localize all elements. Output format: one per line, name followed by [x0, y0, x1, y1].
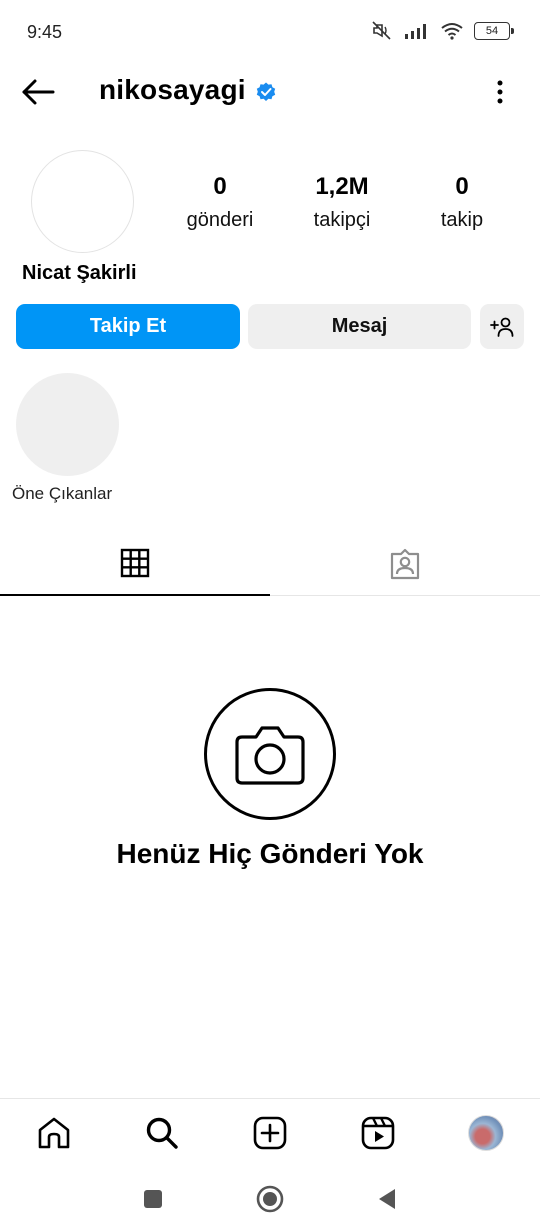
- back-system-button[interactable]: [370, 1182, 404, 1216]
- back-triangle-icon: [379, 1189, 395, 1209]
- nav-reels[interactable]: [356, 1111, 400, 1155]
- status-time: 9:45: [27, 22, 63, 42]
- status-bar: 9:45 54: [0, 0, 540, 62]
- follow-button[interactable]: Takip Et: [16, 304, 240, 349]
- suggest-users-button[interactable]: [480, 304, 524, 349]
- posts-count: 0 gönderi: [170, 172, 270, 234]
- profile-avatar: [468, 1115, 504, 1151]
- home-circle-icon: [256, 1185, 284, 1213]
- posts-count-label: gönderi: [186, 209, 254, 231]
- bottom-navigation: [0, 1098, 540, 1168]
- empty-state-title: Henüz Hiç Gönderi Yok: [116, 838, 424, 869]
- following-count-value: 0: [455, 173, 469, 200]
- nav-profile[interactable]: [464, 1111, 508, 1155]
- add-person-icon: [490, 317, 514, 337]
- followers-count-label: takipçi: [313, 209, 371, 231]
- home-system-button[interactable]: [253, 1182, 287, 1216]
- nav-create[interactable]: [248, 1111, 292, 1155]
- following-count[interactable]: 0 takip: [412, 172, 512, 234]
- tagged-person-icon: [390, 548, 420, 580]
- camera-icon: [235, 726, 305, 785]
- nav-home[interactable]: [32, 1111, 76, 1155]
- highlight-label: Öne Çıkanlar: [12, 484, 113, 503]
- highlight-item[interactable]: [16, 373, 119, 476]
- search-icon: [146, 1117, 178, 1149]
- followers-count[interactable]: 1,2M takipçi: [292, 172, 392, 234]
- following-count-label: takip: [440, 209, 484, 231]
- nav-search[interactable]: [140, 1111, 184, 1155]
- back-arrow-icon: [22, 79, 55, 105]
- signal-icon: [405, 24, 426, 39]
- system-navigation: [0, 1168, 540, 1230]
- grid-icon: [120, 548, 150, 578]
- followers-count-value: 1,2M: [315, 173, 369, 200]
- create-plus-icon: [253, 1116, 287, 1150]
- recents-square-icon: [144, 1190, 162, 1208]
- mute-icon: [372, 21, 391, 40]
- username: nikosayagi: [99, 74, 246, 105]
- empty-state-circle: [204, 688, 336, 820]
- profile-header: nikosayagi: [0, 62, 540, 122]
- status-icons: 54: [370, 20, 514, 42]
- home-icon: [38, 1117, 70, 1149]
- profile-picture[interactable]: [31, 150, 134, 253]
- reels-icon: [361, 1116, 395, 1150]
- message-button[interactable]: Mesaj: [248, 304, 471, 349]
- verified-badge-icon: [256, 82, 276, 101]
- profile-tabs: [0, 532, 540, 596]
- battery-indicator: 54: [474, 22, 514, 40]
- wifi-icon: [441, 23, 463, 40]
- more-options-button[interactable]: [490, 76, 510, 108]
- tab-posts-grid[interactable]: [0, 532, 270, 596]
- full-name: Nicat Şakirli: [22, 262, 137, 284]
- back-button[interactable]: [18, 74, 58, 110]
- recents-button[interactable]: [136, 1182, 170, 1216]
- tab-tagged[interactable]: [270, 532, 540, 596]
- more-vertical-icon: [497, 80, 503, 104]
- posts-count-value: 0: [213, 173, 227, 200]
